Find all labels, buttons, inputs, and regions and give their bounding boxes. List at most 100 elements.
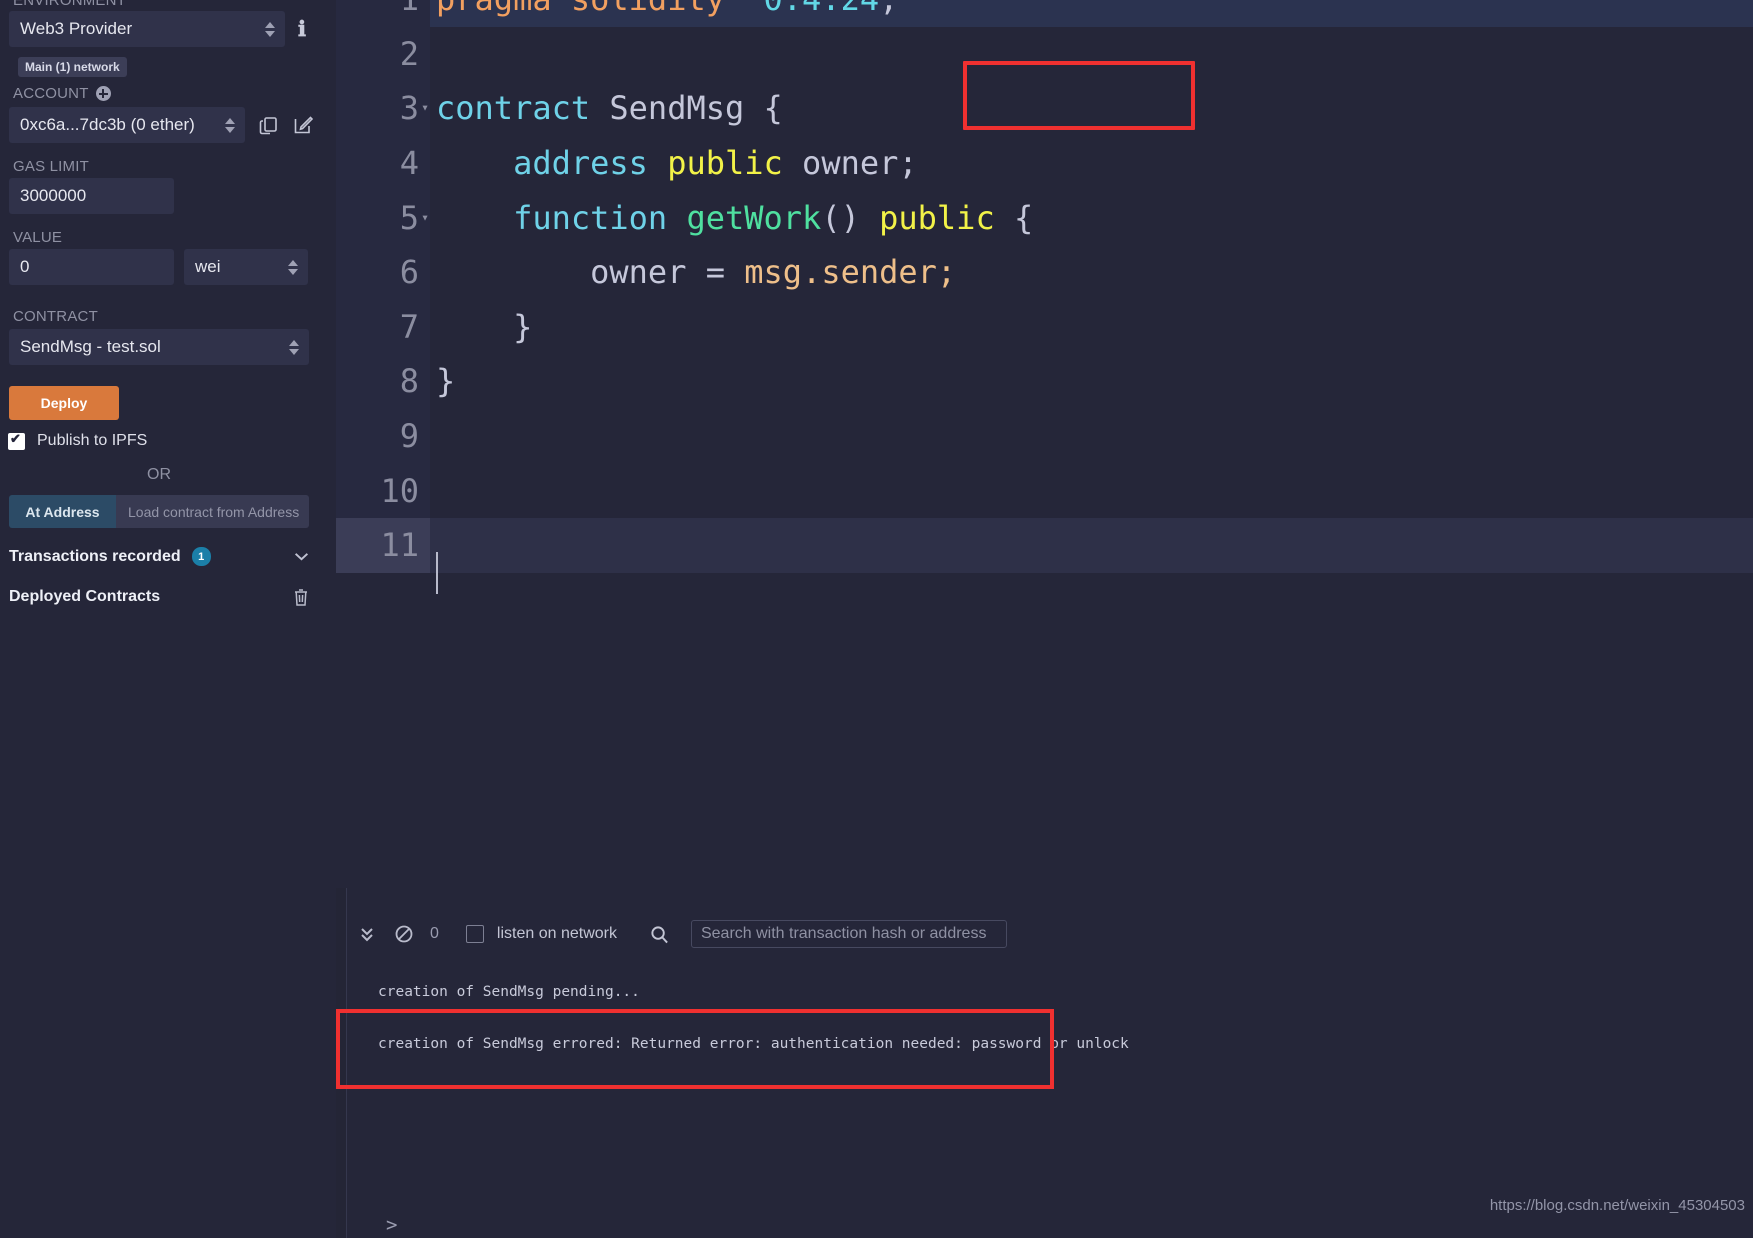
at-address-input[interactable] [116, 495, 309, 528]
code-token: () [821, 199, 860, 237]
code-token [744, 89, 763, 127]
account-label: ACCOUNT [11, 85, 89, 102]
value-unit-select[interactable]: wei [184, 249, 308, 285]
terminal-prompt[interactable]: > [386, 1214, 397, 1236]
value-input[interactable] [9, 249, 174, 285]
code-line[interactable]: 4 address public owner; [336, 136, 1753, 191]
watermark: https://blog.csdn.net/weixin_45304503 [1490, 1197, 1745, 1214]
code-token [436, 199, 513, 237]
code-token: { [764, 89, 783, 127]
code-token: ; [937, 253, 956, 291]
environment-label: ENVIRONMENT [11, 0, 126, 9]
chevron-updown-icon [263, 22, 277, 37]
plus-circle-icon[interactable] [96, 86, 111, 101]
code-line[interactable]: 8} [336, 354, 1753, 409]
code-line-content: } [430, 300, 1753, 355]
editor-bottom-strip [430, 872, 1753, 888]
at-address-button[interactable]: At Address [9, 495, 116, 528]
code-token [590, 89, 609, 127]
log-line: creation of SendMsg errored: Returned er… [348, 1030, 1753, 1058]
code-line-content: pragma solidity ^0.4.24; [430, 0, 1753, 27]
code-line-content [430, 463, 1753, 518]
code-line[interactable]: 2 [336, 27, 1753, 82]
line-number: 3▾ [336, 81, 430, 136]
listen-on-network-label: listen on network [497, 925, 617, 943]
account-row: 0xc6a...7dc3b (0 ether) [9, 107, 327, 143]
publish-to-ipfs-checkbox[interactable]: Publish to IPFS [8, 432, 147, 450]
code-line[interactable]: 7 } [336, 300, 1753, 355]
deploy-run-sidebar: ENVIRONMENT Web3 Provider ℹ Main (1) net… [0, 0, 336, 1238]
code-editor[interactable]: 1pragma solidity ^0.4.24;23▾contract Sen… [336, 0, 1753, 888]
code-token: address [513, 144, 648, 182]
account-value: 0xc6a...7dc3b (0 ether) [20, 115, 223, 135]
gas-limit-input[interactable] [9, 178, 174, 214]
log-line-error-wrapper: creation of SendMsg errored: Returned er… [348, 1030, 1753, 1058]
code-token: { [1014, 199, 1033, 237]
code-token: msg.sender [744, 253, 937, 291]
line-number: 1 [336, 0, 430, 27]
contract-label: CONTRACT [11, 308, 98, 325]
environment-row: Web3 Provider ℹ [9, 11, 327, 47]
transactions-recorded-section[interactable]: Transactions recorded 1 [9, 547, 309, 566]
code-token [436, 144, 513, 182]
code-token [860, 199, 879, 237]
terminal-error-count: 0 [430, 925, 439, 943]
text-caret [436, 552, 438, 594]
terminal-toolbar: 0 listen on network [347, 912, 1753, 956]
main-panel: 1pragma solidity ^0.4.24;23▾contract Sen… [336, 0, 1753, 1238]
chevron-down-icon[interactable] [294, 552, 309, 561]
no-entry-icon[interactable] [377, 924, 414, 944]
line-number: 11 [336, 518, 430, 573]
code-line-content [430, 409, 1753, 464]
code-line[interactable]: 3▾contract SendMsg { [336, 81, 1753, 136]
contract-select[interactable]: SendMsg - test.sol [9, 329, 309, 365]
environment-value: Web3 Provider [20, 19, 263, 39]
fold-arrow-icon[interactable]: ▾ [421, 101, 429, 116]
terminal-search-input[interactable] [691, 920, 1007, 948]
line-number: 8 [336, 354, 430, 409]
copy-icon[interactable] [259, 115, 279, 135]
search-icon[interactable] [617, 925, 669, 944]
log-line: creation of SendMsg pending... [348, 978, 1753, 1006]
code-token [783, 144, 802, 182]
code-token: = [686, 253, 744, 291]
edit-icon[interactable] [293, 115, 313, 135]
code-token: ; [879, 0, 898, 18]
code-token: } [513, 308, 532, 346]
chevron-updown-icon [286, 260, 300, 275]
account-select[interactable]: 0xc6a...7dc3b (0 ether) [9, 107, 245, 143]
code-token [725, 0, 744, 18]
info-icon[interactable]: ℹ [298, 19, 306, 40]
code-editor-lines: 1pragma solidity ^0.4.24;23▾contract Sen… [336, 0, 1753, 573]
code-token [648, 144, 667, 182]
code-token: SendMsg [609, 89, 744, 127]
checkbox-checked-icon [8, 433, 25, 450]
code-line-content: address public owner; [430, 136, 1753, 191]
terminal-panel: 0 listen on network creation of SendMsg … [336, 888, 1753, 1238]
at-address-row: At Address [9, 495, 309, 528]
double-chevron-down-icon[interactable] [353, 924, 377, 944]
code-line[interactable]: 10 [336, 463, 1753, 518]
code-line[interactable]: 5▾ function getWork() public { [336, 190, 1753, 245]
line-number: 4 [336, 136, 430, 191]
code-token [667, 199, 686, 237]
remix-ide-window: ENVIRONMENT Web3 Provider ℹ Main (1) net… [0, 0, 1753, 1238]
listen-on-network-checkbox[interactable] [466, 925, 484, 943]
code-line[interactable]: 6 owner = msg.sender; [336, 245, 1753, 300]
code-line[interactable]: 11 [336, 518, 1753, 573]
trash-icon[interactable] [293, 588, 309, 606]
environment-select[interactable]: Web3 Provider [9, 11, 285, 47]
code-line-content [430, 518, 1753, 573]
code-token: public [667, 144, 783, 182]
code-line[interactable]: 1pragma solidity ^0.4.24; [336, 0, 1753, 27]
code-line-content: } [430, 354, 1753, 409]
contract-value: SendMsg - test.sol [20, 337, 287, 357]
deploy-button[interactable]: Deploy [9, 386, 119, 420]
account-label-row: ACCOUNT [11, 85, 111, 102]
transactions-recorded-count: 1 [192, 547, 211, 566]
code-line[interactable]: 9 [336, 409, 1753, 464]
line-number: 2 [336, 27, 430, 82]
code-token: function [513, 199, 667, 237]
fold-arrow-icon[interactable]: ▾ [421, 210, 429, 225]
code-token [995, 199, 1014, 237]
